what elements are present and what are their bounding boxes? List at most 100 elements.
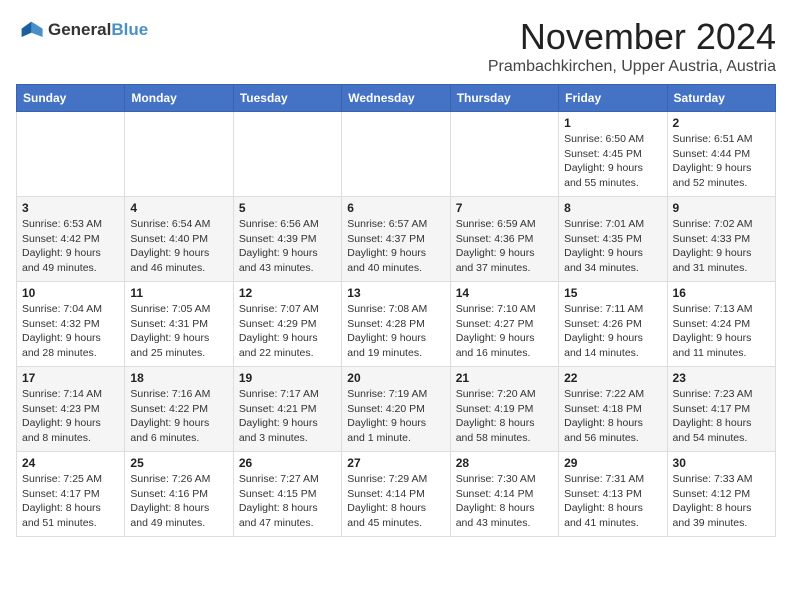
day-number: 17 xyxy=(22,371,119,385)
day-info: Sunrise: 7:01 AM Sunset: 4:35 PM Dayligh… xyxy=(564,217,661,276)
day-number: 19 xyxy=(239,371,336,385)
day-number: 20 xyxy=(347,371,444,385)
day-info: Sunrise: 7:23 AM Sunset: 4:17 PM Dayligh… xyxy=(673,387,770,446)
day-info: Sunrise: 6:57 AM Sunset: 4:37 PM Dayligh… xyxy=(347,217,444,276)
day-number: 29 xyxy=(564,456,661,470)
day-number: 26 xyxy=(239,456,336,470)
weekday-header: Thursday xyxy=(450,85,558,112)
page-header: GeneralBlue November 2024 Prambachkirche… xyxy=(16,16,776,76)
day-number: 28 xyxy=(456,456,553,470)
calendar-cell: 15 Sunrise: 7:11 AM Sunset: 4:26 PM Dayli… xyxy=(559,282,667,367)
calendar-cell: 18Sunrise: 7:16 AM Sunset: 4:22 PM Dayli… xyxy=(125,367,233,452)
logo-icon xyxy=(16,16,44,44)
day-number: 3 xyxy=(22,201,119,215)
day-number: 13 xyxy=(347,286,444,300)
day-info: Sunrise: 6:59 AM Sunset: 4:36 PM Dayligh… xyxy=(456,217,553,276)
day-number: 10 xyxy=(22,286,119,300)
day-info: Sunrise: 7:25 AM Sunset: 4:17 PM Dayligh… xyxy=(22,472,119,531)
week-row: 10 Sunrise: 7:04 AM Sunset: 4:32 PM Dayli… xyxy=(17,282,776,367)
logo: GeneralBlue xyxy=(16,16,148,44)
day-number: 23 xyxy=(673,371,770,385)
day-info: Sunrise: 7:26 AM Sunset: 4:16 PM Dayligh… xyxy=(130,472,227,531)
weekday-header: Tuesday xyxy=(233,85,341,112)
day-info: Sunrise: 7:19 AM Sunset: 4:20 PM Dayligh… xyxy=(347,387,444,446)
calendar-cell: 6Sunrise: 6:57 AM Sunset: 4:37 PM Daylig… xyxy=(342,197,450,282)
calendar-cell: 21 Sunrise: 7:20 AM Sunset: 4:19 PM Dayli… xyxy=(450,367,558,452)
calendar-cell: 24 Sunrise: 7:25 AM Sunset: 4:17 PM Dayli… xyxy=(17,452,125,537)
day-number: 22 xyxy=(564,371,661,385)
day-info: Sunrise: 7:31 AM Sunset: 4:13 PM Dayligh… xyxy=(564,472,661,531)
day-number: 7 xyxy=(456,201,553,215)
day-number: 14 xyxy=(456,286,553,300)
day-number: 16 xyxy=(673,286,770,300)
calendar-cell: 13 Sunrise: 7:08 AM Sunset: 4:28 PM Dayli… xyxy=(342,282,450,367)
calendar-cell: 9 Sunrise: 7:02 AM Sunset: 4:33 PM Daylig… xyxy=(667,197,775,282)
day-info: Sunrise: 7:30 AM Sunset: 4:14 PM Dayligh… xyxy=(456,472,553,531)
day-number: 15 xyxy=(564,286,661,300)
calendar-cell: 23 Sunrise: 7:23 AM Sunset: 4:17 PM Dayli… xyxy=(667,367,775,452)
day-info: Sunrise: 7:04 AM Sunset: 4:32 PM Dayligh… xyxy=(22,302,119,361)
day-info: Sunrise: 7:20 AM Sunset: 4:19 PM Dayligh… xyxy=(456,387,553,446)
calendar-cell xyxy=(125,112,233,197)
calendar-cell: 4 Sunrise: 6:54 AM Sunset: 4:40 PM Daylig… xyxy=(125,197,233,282)
logo-text: GeneralBlue xyxy=(48,20,148,40)
day-number: 11 xyxy=(130,286,227,300)
day-number: 9 xyxy=(673,201,770,215)
location-title: Prambachkirchen, Upper Austria, Austria xyxy=(488,58,776,76)
calendar-cell: 30 Sunrise: 7:33 AM Sunset: 4:12 PM Dayli… xyxy=(667,452,775,537)
calendar-cell: 27Sunrise: 7:29 AM Sunset: 4:14 PM Dayli… xyxy=(342,452,450,537)
title-area: November 2024 Prambachkirchen, Upper Aus… xyxy=(488,16,776,76)
day-info: Sunrise: 7:33 AM Sunset: 4:12 PM Dayligh… xyxy=(673,472,770,531)
day-number: 5 xyxy=(239,201,336,215)
calendar-cell: 12 Sunrise: 7:07 AM Sunset: 4:29 PM Dayli… xyxy=(233,282,341,367)
day-number: 25 xyxy=(130,456,227,470)
day-info: Sunrise: 6:50 AM Sunset: 4:45 PM Dayligh… xyxy=(564,132,661,191)
day-number: 30 xyxy=(673,456,770,470)
day-number: 4 xyxy=(130,201,227,215)
day-info: Sunrise: 7:16 AM Sunset: 4:22 PM Dayligh… xyxy=(130,387,227,446)
calendar-cell: 1 Sunrise: 6:50 AM Sunset: 4:45 PM Daylig… xyxy=(559,112,667,197)
calendar-cell: 20 Sunrise: 7:19 AM Sunset: 4:20 PM Dayli… xyxy=(342,367,450,452)
weekday-header: Saturday xyxy=(667,85,775,112)
day-info: Sunrise: 7:11 AM Sunset: 4:26 PM Dayligh… xyxy=(564,302,661,361)
day-info: Sunrise: 7:10 AM Sunset: 4:27 PM Dayligh… xyxy=(456,302,553,361)
day-number: 21 xyxy=(456,371,553,385)
calendar-cell: 17 Sunrise: 7:14 AM Sunset: 4:23 PM Dayli… xyxy=(17,367,125,452)
day-number: 8 xyxy=(564,201,661,215)
calendar-cell: 8 Sunrise: 7:01 AM Sunset: 4:35 PM Daylig… xyxy=(559,197,667,282)
day-info: Sunrise: 7:02 AM Sunset: 4:33 PM Dayligh… xyxy=(673,217,770,276)
calendar-cell: 14 Sunrise: 7:10 AM Sunset: 4:27 PM Dayli… xyxy=(450,282,558,367)
day-number: 1 xyxy=(564,116,661,130)
day-info: Sunrise: 7:13 AM Sunset: 4:24 PM Dayligh… xyxy=(673,302,770,361)
calendar-cell xyxy=(342,112,450,197)
day-info: Sunrise: 7:14 AM Sunset: 4:23 PM Dayligh… xyxy=(22,387,119,446)
day-info: Sunrise: 7:08 AM Sunset: 4:28 PM Dayligh… xyxy=(347,302,444,361)
weekday-header-row: SundayMondayTuesdayWednesdayThursdayFrid… xyxy=(17,85,776,112)
day-info: Sunrise: 6:51 AM Sunset: 4:44 PM Dayligh… xyxy=(673,132,770,191)
calendar-cell: 22Sunrise: 7:22 AM Sunset: 4:18 PM Dayli… xyxy=(559,367,667,452)
week-row: 1 Sunrise: 6:50 AM Sunset: 4:45 PM Daylig… xyxy=(17,112,776,197)
day-info: Sunrise: 7:07 AM Sunset: 4:29 PM Dayligh… xyxy=(239,302,336,361)
day-info: Sunrise: 7:27 AM Sunset: 4:15 PM Dayligh… xyxy=(239,472,336,531)
calendar-cell xyxy=(17,112,125,197)
day-info: Sunrise: 6:56 AM Sunset: 4:39 PM Dayligh… xyxy=(239,217,336,276)
weekday-header: Monday xyxy=(125,85,233,112)
day-number: 24 xyxy=(22,456,119,470)
calendar-cell: 11Sunrise: 7:05 AM Sunset: 4:31 PM Dayli… xyxy=(125,282,233,367)
calendar-cell: 25 Sunrise: 7:26 AM Sunset: 4:16 PM Dayli… xyxy=(125,452,233,537)
calendar-cell xyxy=(450,112,558,197)
day-number: 2 xyxy=(673,116,770,130)
week-row: 17 Sunrise: 7:14 AM Sunset: 4:23 PM Dayli… xyxy=(17,367,776,452)
calendar-cell: 10 Sunrise: 7:04 AM Sunset: 4:32 PM Dayli… xyxy=(17,282,125,367)
weekday-header: Sunday xyxy=(17,85,125,112)
day-number: 27 xyxy=(347,456,444,470)
calendar-cell xyxy=(233,112,341,197)
calendar-cell: 26 Sunrise: 7:27 AM Sunset: 4:15 PM Dayli… xyxy=(233,452,341,537)
calendar-cell: 5 Sunrise: 6:56 AM Sunset: 4:39 PM Daylig… xyxy=(233,197,341,282)
weekday-header: Friday xyxy=(559,85,667,112)
day-number: 12 xyxy=(239,286,336,300)
day-info: Sunrise: 6:54 AM Sunset: 4:40 PM Dayligh… xyxy=(130,217,227,276)
week-row: 3 Sunrise: 6:53 AM Sunset: 4:42 PM Daylig… xyxy=(17,197,776,282)
day-info: Sunrise: 6:53 AM Sunset: 4:42 PM Dayligh… xyxy=(22,217,119,276)
calendar-table: SundayMondayTuesdayWednesdayThursdayFrid… xyxy=(16,84,776,537)
